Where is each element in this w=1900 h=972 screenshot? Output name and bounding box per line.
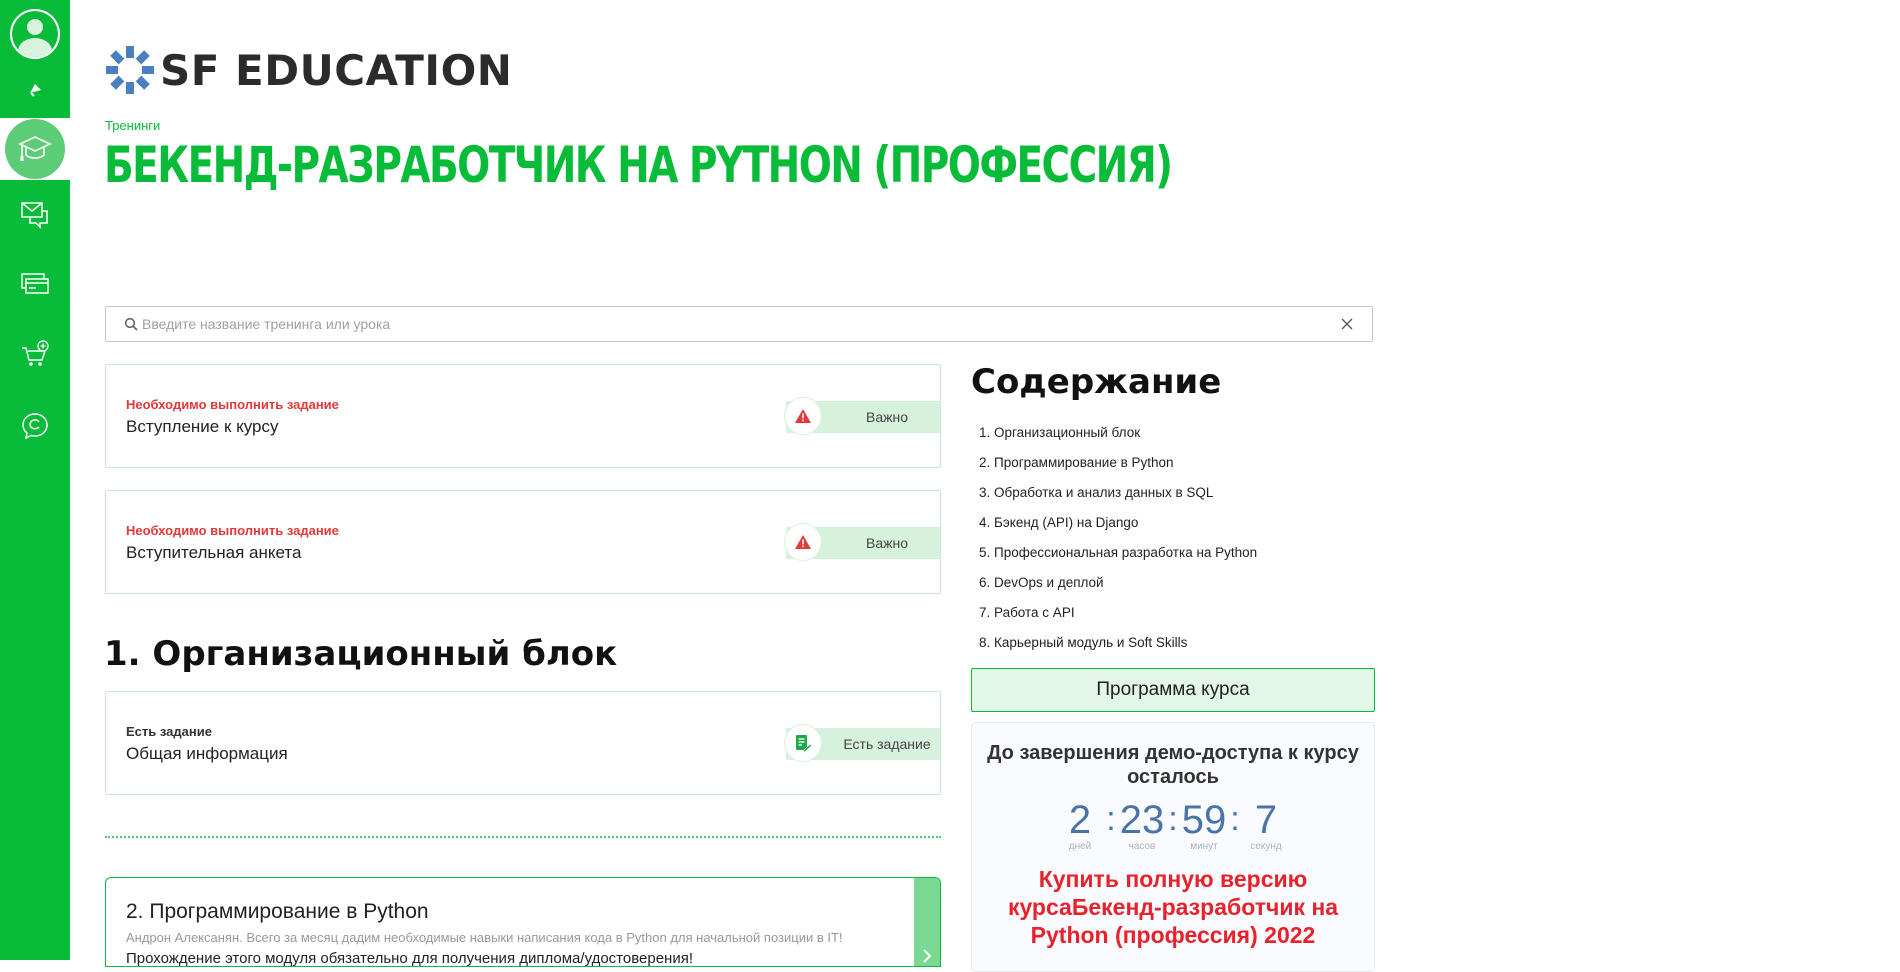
sidebar-item-support[interactable]: [0, 396, 70, 456]
avatar[interactable]: [10, 9, 60, 59]
lesson-status: Необходимо выполнить задание: [126, 397, 339, 412]
toc-item[interactable]: 6. DevOps и деплой: [979, 575, 1257, 605]
lesson-status: Есть задание: [126, 724, 212, 739]
important-badge: Важно: [784, 397, 940, 435]
countdown-timer: 2 дней : 23 часов : 59 минут : 7 секунд: [972, 799, 1374, 852]
search-input[interactable]: [138, 308, 1340, 340]
sidebar-item-messages[interactable]: [0, 184, 70, 244]
sidebar-item-trainings[interactable]: [5, 119, 65, 179]
sf-education-logo-icon: [106, 46, 154, 94]
lesson-title: Вступление к курсу: [126, 417, 279, 436]
badge-label: Важно: [865, 535, 908, 551]
lesson-card[interactable]: Необходимо выполнить задание Вступление …: [105, 364, 941, 468]
close-icon[interactable]: [1340, 317, 1354, 331]
section-title: 1. Организационный блок: [104, 634, 618, 674]
mail-chat-icon: [21, 202, 48, 229]
page-title: БЕКЕНД-РАЗРАБОТЧИК НА PYTHON (ПРОФЕССИЯ): [104, 136, 1173, 194]
timer-separator: :: [1106, 800, 1116, 838]
lesson-card[interactable]: Необходимо выполнить задание Вступительн…: [105, 490, 941, 594]
task-document-icon: [796, 735, 812, 752]
section-divider: [105, 836, 941, 838]
module-expand[interactable]: [914, 878, 940, 966]
lesson-card[interactable]: Есть задание Общая информация Есть задан…: [105, 691, 941, 795]
toc-item[interactable]: 5. Профессиональная разработка на Python: [979, 545, 1257, 575]
important-badge: Важно: [784, 523, 940, 561]
toc-item[interactable]: 1. Организационный блок: [979, 425, 1257, 455]
graduation-cap-icon: [18, 136, 52, 161]
timer-days: 2: [1068, 798, 1092, 842]
bell-icon: [30, 84, 41, 97]
cart-plus-icon: [22, 340, 49, 366]
logo-text: SF EDUCATION: [160, 45, 513, 95]
sidebar-item-notifications[interactable]: [0, 60, 70, 120]
timer-separator: :: [1168, 800, 1178, 838]
toc-title: Содержание: [971, 362, 1222, 402]
module-description: Андрон Алексанян. Всего за месяц дадим н…: [126, 930, 843, 945]
warning-icon: [795, 535, 811, 549]
search-bar: [105, 306, 1373, 342]
toc-item[interactable]: 4. Бэкенд (API) на Django: [979, 515, 1257, 545]
toc-item[interactable]: 7. Работа с API: [979, 605, 1257, 635]
lesson-title: Общая информация: [126, 744, 288, 763]
demo-title: До завершения демо-доступа к курсу остал…: [987, 742, 1359, 788]
timer-label: минут: [1190, 841, 1218, 852]
toc-item[interactable]: 3. Обработка и анализ данных в SQL: [979, 485, 1257, 515]
sidebar-item-payments[interactable]: [0, 254, 70, 314]
timer-seconds: 7: [1254, 798, 1278, 842]
timer-hours: 23: [1119, 798, 1165, 842]
toc-item[interactable]: 2. Программирование в Python: [979, 455, 1257, 485]
timer-label: дней: [1068, 841, 1092, 852]
credit-cards-icon: [21, 273, 49, 294]
badge-label: Важно: [865, 409, 908, 425]
task-badge: Есть задание: [784, 724, 940, 762]
lesson-title: Вступительная анкета: [126, 543, 302, 562]
sidebar: [0, 0, 70, 960]
user-avatar-icon: [12, 11, 58, 57]
chat-bubble-icon: [22, 413, 48, 440]
badge-label: Есть задание: [843, 736, 931, 752]
buy-full-version-link[interactable]: Купить полную версию курсаБекенд-разрабо…: [972, 865, 1374, 949]
timer-label: часов: [1128, 841, 1156, 852]
module-title: 2. Программирование в Python: [126, 900, 429, 923]
module-note: Прохождение этого модуля обязательно для…: [126, 950, 693, 967]
timer-label: секунд: [1250, 841, 1282, 852]
logo[interactable]: SF EDUCATION: [104, 44, 512, 96]
module-card[interactable]: 2. Программирование в Python Андрон Алек…: [105, 877, 941, 967]
toc-item[interactable]: 8. Карьерный модуль и Soft Skills: [979, 635, 1257, 665]
search-icon: [124, 317, 138, 331]
lesson-status: Необходимо выполнить задание: [126, 523, 339, 538]
breadcrumb[interactable]: Тренинги: [105, 118, 160, 133]
toc-list: 1. Организационный блок 2. Программирова…: [979, 425, 1257, 665]
course-program-button[interactable]: Программа курса: [971, 668, 1375, 712]
chevron-right-icon: [923, 949, 932, 963]
sidebar-item-shop[interactable]: [0, 324, 70, 384]
warning-icon: [795, 409, 811, 423]
timer-separator: :: [1230, 800, 1240, 838]
demo-access-panel: До завершения демо-доступа к курсу остал…: [971, 722, 1375, 972]
timer-minutes: 59: [1181, 798, 1227, 842]
